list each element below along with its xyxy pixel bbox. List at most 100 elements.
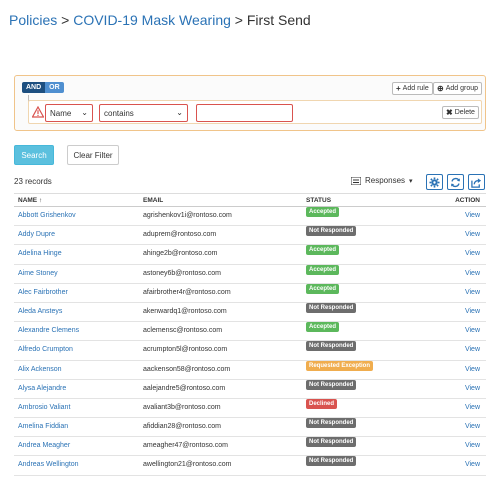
table-body: Abbott Grishenkov agrishenkov1i@rontoso.c… (14, 207, 486, 476)
row-name-link[interactable]: Aime Stoney (18, 270, 58, 277)
row-email: agrishenkov1i@rontoso.com (143, 212, 232, 219)
view-link[interactable]: View (465, 327, 480, 334)
and-button[interactable]: AND (22, 82, 46, 93)
status-badge: Not Responded (306, 341, 357, 352)
view-link[interactable]: View (465, 231, 480, 238)
add-group-label: Add group (445, 85, 479, 92)
refresh-icon (451, 177, 460, 187)
plus-circle-icon: ⊕ (437, 84, 444, 93)
query-builder: AND OR + Add rule ⊕ Add group Name ⌄ con… (14, 75, 486, 131)
status-badge: Requested Exception (306, 360, 374, 371)
row-name-link[interactable]: Aleda Ansteys (18, 308, 62, 315)
status-badge: Accepted (306, 245, 340, 256)
add-group-button[interactable]: ⊕ Add group (433, 82, 483, 95)
row-name-link[interactable]: Ambrosio Valiant (18, 404, 70, 411)
refresh-button[interactable] (447, 174, 464, 190)
status-badge: Accepted (306, 322, 340, 333)
table-row: Alfredo Crumpton acrumpton5l@rontoso.com N… (14, 341, 486, 361)
field-select[interactable]: Name ⌄ (45, 104, 93, 122)
view-link[interactable]: View (465, 270, 480, 277)
responses-table: NAME ↑ EMAIL STATUS ACTION Abbott Grishe… (14, 193, 486, 476)
status-badge: Not Responded (306, 418, 357, 429)
add-rule-label: Add rule (402, 85, 429, 92)
field-select-value: Name (50, 109, 72, 118)
export-button[interactable] (468, 174, 485, 190)
row-name-link[interactable]: Addy Dupre (18, 231, 55, 238)
table-row: Alysa Alejandre aalejandre5@rontoso.com No… (14, 379, 486, 399)
filter-value-input[interactable] (196, 104, 293, 122)
gear-icon (429, 176, 440, 188)
status-badge: Not Responded (306, 226, 357, 237)
table-row: Aime Stoney astoney6b@rontoso.com Accepted… (14, 264, 486, 284)
view-link[interactable]: View (465, 289, 480, 296)
status-badge: Not Responded (306, 456, 357, 467)
breadcrumb-link-policy[interactable]: COVID-19 Mask Wearing (73, 12, 231, 28)
chevron-down-icon: ⌄ (81, 108, 88, 117)
row-name-link[interactable]: Abbott Grishenkov (18, 212, 76, 219)
breadcrumb-separator: > (234, 12, 243, 28)
or-button[interactable]: OR (45, 82, 64, 93)
view-link[interactable]: View (465, 346, 480, 353)
row-name-link[interactable]: Alfredo Crumpton (18, 346, 73, 353)
row-email: acrumpton5l@rontoso.com (143, 346, 228, 354)
search-button[interactable]: Search (14, 145, 54, 165)
breadcrumb-separator: > (61, 12, 70, 28)
settings-button[interactable] (426, 174, 443, 190)
column-header-name[interactable]: NAME ↑ (18, 197, 42, 204)
table-row: Alix Ackenson aackenson58@rontoso.com Requ… (14, 360, 486, 380)
row-email: afairbrother4r@rontoso.com (143, 288, 231, 296)
column-header-name-label: NAME (18, 197, 38, 204)
table-row: Abbott Grishenkov agrishenkov1i@rontoso.c… (14, 207, 486, 227)
table-row: Ambrosio Valiant avaliant3b@rontoso.com De… (14, 398, 486, 419)
column-header-status[interactable]: STATUS (306, 197, 331, 204)
view-link[interactable]: View (465, 461, 480, 468)
column-header-email[interactable]: EMAIL (143, 197, 163, 204)
row-name-link[interactable]: Alysa Alejandre (18, 385, 66, 392)
table-row: Amelina Fiddian afiddian28@rontoso.com Not… (14, 418, 486, 438)
view-link[interactable]: View (465, 212, 480, 219)
view-link[interactable]: View (465, 385, 480, 392)
column-header-action: ACTION (455, 197, 480, 204)
breadcrumb: Policies > COVID-19 Mask Wearing > First… (9, 12, 311, 28)
row-email: afiddian28@rontoso.com (143, 423, 221, 431)
and-or-toggle: AND OR (22, 82, 64, 93)
record-count: 23 records (14, 177, 52, 186)
row-email: avaliant3b@rontoso.com (143, 403, 221, 411)
table-row: Aleda Ansteys akenwardq1@rontoso.com Not R… (14, 302, 486, 323)
view-link[interactable]: View (465, 250, 480, 257)
responses-dropdown[interactable]: Responses ▾ (351, 176, 413, 185)
row-name-link[interactable]: Alix Ackenson (18, 366, 62, 373)
status-badge: Accepted (306, 264, 340, 275)
view-link[interactable]: View (465, 308, 480, 315)
row-name-link[interactable]: Adelina Hinge (18, 250, 62, 257)
operator-select[interactable]: contains ⌄ (99, 104, 188, 122)
view-link[interactable]: View (465, 442, 480, 449)
status-badge: Declined (306, 398, 338, 409)
breadcrumb-link-policies[interactable]: Policies (9, 12, 57, 28)
status-badge: Not Responded (306, 437, 357, 448)
row-name-link[interactable]: Alexandre Clemens (18, 327, 79, 334)
row-name-link[interactable]: Alec Fairbrother (18, 289, 68, 296)
row-email: akenwardq1@rontoso.com (143, 307, 227, 315)
export-icon (471, 177, 482, 188)
close-icon: ✖ (446, 108, 453, 117)
status-badge: Not Responded (306, 302, 357, 313)
table-row: Addy Dupre aduprem@rontoso.com Not Respond… (14, 226, 486, 246)
table-header: NAME ↑ EMAIL STATUS ACTION (14, 193, 486, 207)
view-link[interactable]: View (465, 366, 480, 373)
table-row: Alec Fairbrother afairbrother4r@rontoso.c… (14, 283, 486, 303)
add-rule-button[interactable]: + Add rule (392, 82, 433, 95)
table-row: Adelina Hinge ahinge2b@rontoso.com Accepte… (14, 245, 486, 265)
table-row: Alexandre Clemens aclemensc@rontoso.com Ac… (14, 322, 486, 342)
view-link[interactable]: View (465, 404, 480, 411)
status-badge: Accepted (306, 207, 340, 217)
row-name-link[interactable]: Andrea Meagher (18, 442, 70, 449)
view-link[interactable]: View (465, 423, 480, 430)
warning-icon (32, 106, 44, 118)
row-name-link[interactable]: Andreas Wellington (18, 461, 79, 468)
delete-rule-button[interactable]: ✖ Delete (442, 106, 479, 119)
table-row: Andreas Wellington awellington21@rontoso.… (14, 456, 486, 476)
rule-row: Name ⌄ contains ⌄ ✖ Delete (28, 100, 482, 124)
row-name-link[interactable]: Amelina Fiddian (18, 423, 68, 430)
clear-filter-button[interactable]: Clear Filter (67, 145, 119, 165)
